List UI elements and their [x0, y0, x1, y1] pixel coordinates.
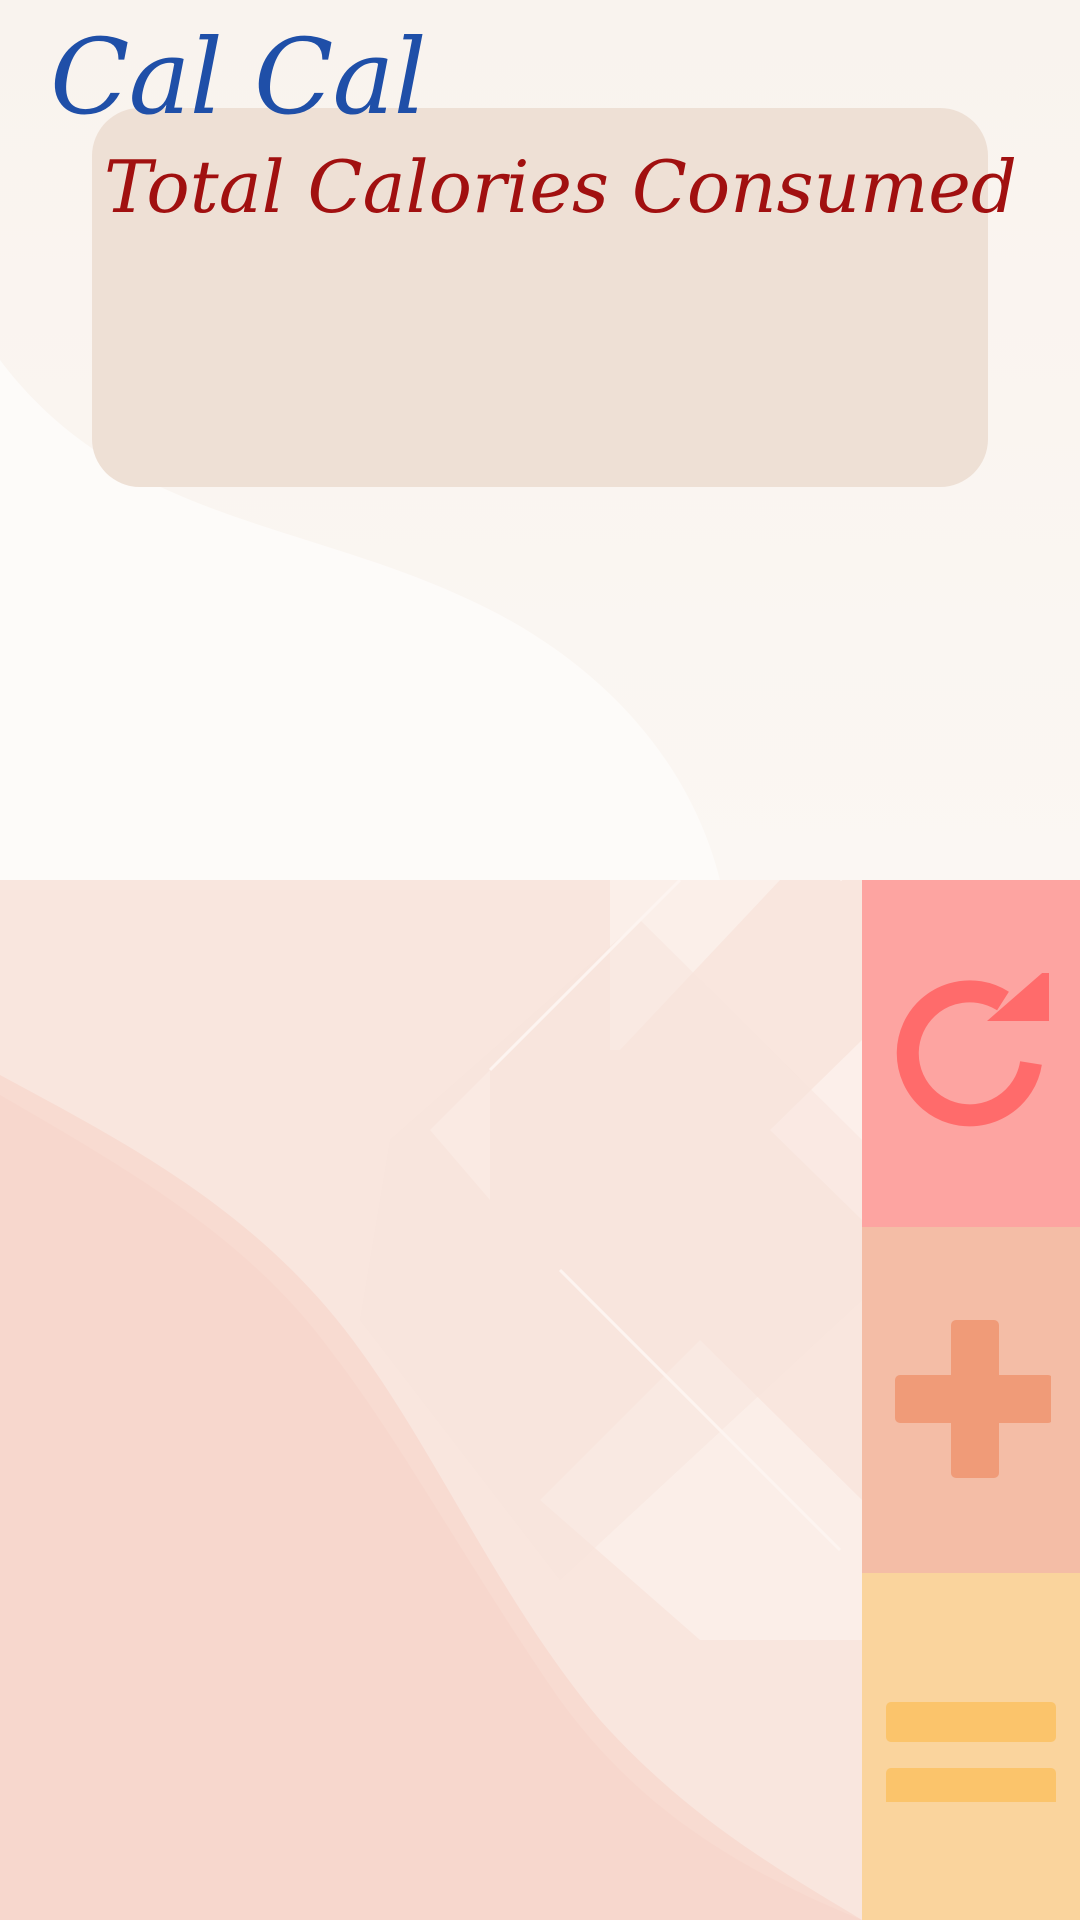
add-button[interactable] — [862, 1226, 1080, 1574]
reset-button[interactable] — [862, 880, 1080, 1227]
refresh-icon — [896, 973, 1049, 1127]
card-heading: Total Calories Consumed — [104, 145, 1017, 229]
action-panel — [862, 880, 1080, 1920]
total-calories-card: Total Calories Consumed — [92, 108, 1017, 487]
plus-icon — [895, 1319, 1051, 1478]
menu-button[interactable] — [862, 1573, 1080, 1920]
app-title: Cal Cal — [50, 16, 427, 138]
bottom-background — [0, 880, 862, 1920]
menu-icon — [886, 1701, 1056, 1802]
background-pattern — [0, 880, 862, 1920]
